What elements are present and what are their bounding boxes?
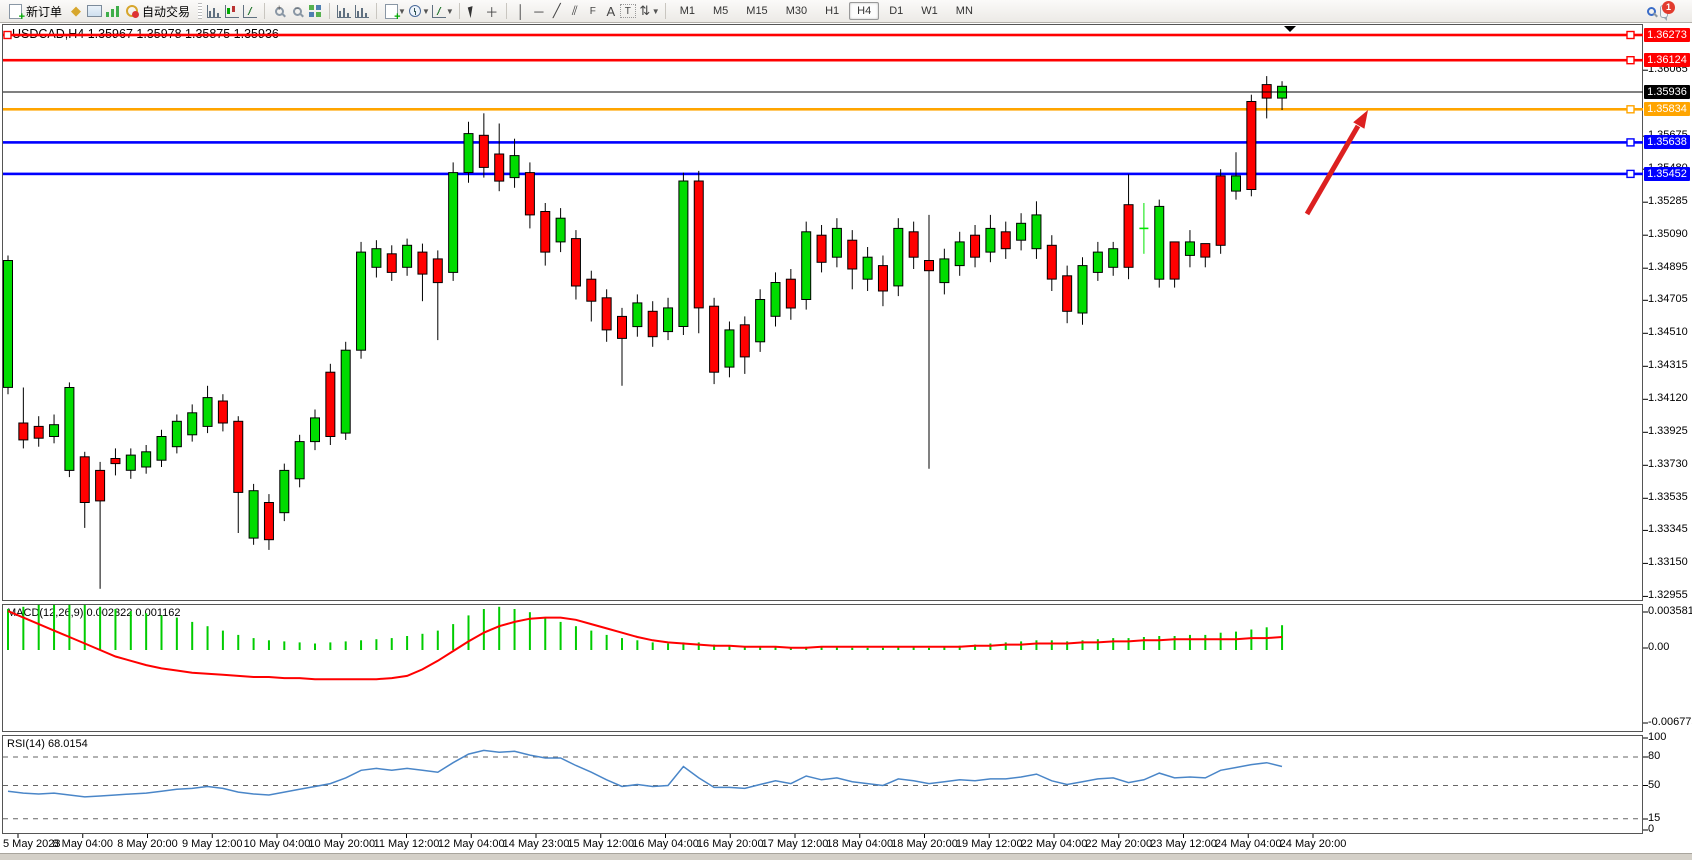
date-label: 16 May 20:00: [697, 838, 764, 850]
date-label: 22 May 20:00: [1085, 838, 1152, 850]
macd-panel[interactable]: [2, 604, 1643, 732]
period-clock-icon[interactable]: [406, 2, 424, 20]
channel-icon[interactable]: ⫽: [566, 2, 584, 20]
date-label: 10 May 20:00: [308, 838, 375, 850]
chart-shift-icon[interactable]: [335, 2, 353, 20]
date-label: 19 May 12:00: [956, 838, 1023, 850]
timeframe-M15[interactable]: M15: [738, 2, 775, 20]
timeframe-D1[interactable]: D1: [881, 2, 911, 20]
chart-title: USDCAD,H4 1.35967 1.35978 1.35875 1.3593…: [12, 27, 279, 41]
date-label: 15 May 12:00: [567, 838, 634, 850]
timeframe-M5[interactable]: M5: [705, 2, 736, 20]
timeframe-MN[interactable]: MN: [948, 2, 981, 20]
rsi-label: RSI(14) 68.0154: [7, 738, 88, 750]
vertical-line-icon[interactable]: │: [512, 2, 530, 20]
date-label: 24 May 04:00: [1215, 838, 1282, 850]
current-price-tag: 1.35936: [1644, 85, 1690, 99]
date-label: 8 May 04:00: [52, 838, 113, 850]
fibonacci-icon[interactable]: F: [584, 2, 602, 20]
timeframe-H1[interactable]: H1: [817, 2, 847, 20]
new-chart-icon[interactable]: [382, 2, 400, 20]
cursor-icon[interactable]: [465, 2, 483, 20]
date-label: 18 May 04:00: [826, 838, 893, 850]
date-label: 22 May 04:00: [1021, 838, 1088, 850]
price-tags-layer: 1.35936 1.36273 1.36124 1.35834 1.35638 1.354…: [1643, 0, 1692, 860]
horizontal-line-icon[interactable]: ─: [530, 2, 548, 20]
search-icon[interactable]: [1642, 2, 1660, 20]
new-order-label: 新订单: [26, 3, 62, 20]
date-label: 9 May 12:00: [182, 838, 243, 850]
auto-trading-icon: [126, 5, 138, 17]
timeframe-H4[interactable]: H4: [849, 2, 879, 20]
zoom-in-icon[interactable]: +: [270, 2, 288, 20]
timeframe-M30[interactable]: M30: [778, 2, 815, 20]
hline-price-tag: 1.35834: [1644, 102, 1690, 116]
date-label: 10 May 04:00: [244, 838, 311, 850]
macd-label: MACD(12,26,9) 0.002322 0.001162: [7, 607, 180, 619]
timeframe-bar: M1M5M15M30H1H4D1W1MN: [671, 2, 982, 20]
template-icon[interactable]: [430, 2, 448, 20]
signal-icon[interactable]: [103, 2, 121, 20]
new-order-button[interactable]: 新订单: [4, 2, 67, 21]
profile-icon[interactable]: ◆: [67, 2, 85, 20]
date-label: 8 May 20:00: [117, 838, 178, 850]
zoom-out-icon[interactable]: −: [288, 2, 306, 20]
main-chart-panel[interactable]: [2, 24, 1643, 601]
text-label-icon[interactable]: T: [620, 4, 636, 18]
bar-chart-icon[interactable]: [205, 2, 223, 20]
text-icon[interactable]: A: [602, 2, 620, 20]
crosshair-icon[interactable]: ＋: [483, 2, 501, 20]
notification-badge: 1: [1662, 1, 1675, 14]
window-bottom-edge: [0, 853, 1692, 860]
date-label: 18 May 20:00: [891, 838, 958, 850]
chart-autoscroll-icon[interactable]: [353, 2, 371, 20]
time-axis[interactable]: 5 May 20238 May 04:008 May 20:009 May 12…: [0, 834, 1692, 853]
hline-price-tag: 1.36273: [1644, 28, 1690, 42]
line-chart-icon[interactable]: [241, 2, 259, 20]
auto-trading-label: 自动交易: [142, 3, 190, 20]
date-label: 17 May 12:00: [762, 838, 829, 850]
trendline-icon[interactable]: ╱: [548, 2, 566, 20]
chat-icon[interactable]: 1: [1660, 2, 1678, 20]
toolbar-drag-handle[interactable]: [198, 3, 202, 19]
tile-windows-icon[interactable]: [306, 2, 324, 20]
date-label: 24 May 20:00: [1280, 838, 1347, 850]
hline-price-tag: 1.36124: [1644, 53, 1690, 67]
auto-trading-button[interactable]: 自动交易: [121, 2, 195, 21]
new-order-icon: [9, 4, 22, 19]
date-label: 11 May 12:00: [374, 838, 440, 850]
toolbar: 新订单 ◆ 自动交易 + − ▼ ▼ ▼ ＋ │ ─ ╱ ⫽ F: [0, 0, 1692, 23]
market-watch-icon[interactable]: [85, 2, 103, 20]
rsi-panel[interactable]: [2, 735, 1643, 834]
hline-price-tag: 1.35638: [1644, 135, 1690, 149]
timeframe-W1[interactable]: W1: [913, 2, 946, 20]
mt4-window: 新订单 ◆ 自动交易 + − ▼ ▼ ▼ ＋ │ ─ ╱ ⫽ F: [0, 0, 1692, 860]
timeframe-M1[interactable]: M1: [672, 2, 703, 20]
date-label: 23 May 12:00: [1150, 838, 1217, 850]
date-label: 16 May 04:00: [632, 838, 699, 850]
arrows-icon[interactable]: ⇅: [636, 2, 654, 20]
date-label: 14 May 23:00: [503, 838, 570, 850]
hline-price-tag: 1.35452: [1644, 167, 1690, 181]
date-label: 12 May 04:00: [438, 838, 505, 850]
candlestick-chart-icon[interactable]: [223, 2, 241, 20]
